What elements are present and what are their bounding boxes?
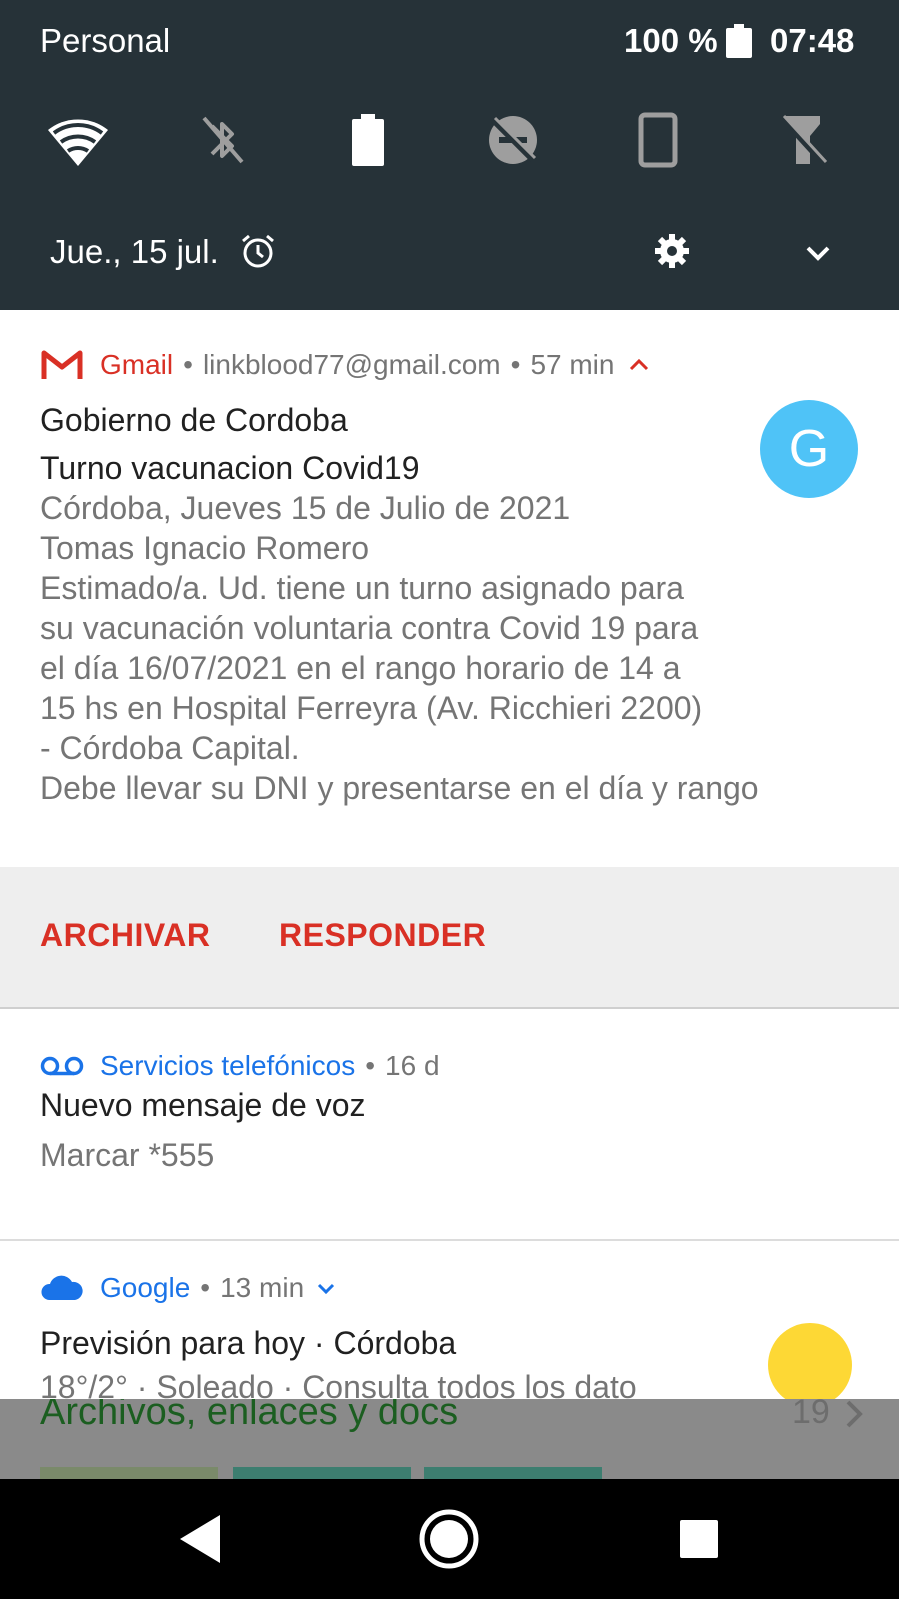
back-triangle-icon <box>180 1515 220 1563</box>
date-label[interactable]: Jue., 15 jul. <box>50 233 219 271</box>
body-line: Córdoba, Jueves 15 de Julio de 2021 <box>40 490 571 526</box>
flashlight-off-icon <box>779 114 828 167</box>
app-name: Gmail <box>100 349 174 380</box>
wifi-tile[interactable] <box>38 100 118 180</box>
home-button[interactable] <box>417 1507 481 1571</box>
notification-header: Servicios telefónicos • 16 d <box>40 1049 440 1083</box>
bluetooth-tile[interactable] <box>183 100 263 180</box>
avatar-letter: G <box>788 420 830 478</box>
notification-header: Gmail • linkblood77@gmail.com • 57 min <box>40 348 650 382</box>
email-body: Córdoba, Jueves 15 de Julio de 2021 Toma… <box>40 488 759 808</box>
reply-button[interactable]: RESPONDER <box>279 917 486 954</box>
battery-saver-tile[interactable] <box>328 100 408 180</box>
sender-name: Gobierno de Cordoba <box>40 402 348 438</box>
voicemail-notification[interactable]: Servicios telefónicos • 16 d Nuevo mensa… <box>0 1009 899 1241</box>
notification-time: 57 min <box>530 349 615 380</box>
notification-title: Previsión para hoy · Córdoba <box>40 1325 457 1361</box>
data-saver-tile[interactable] <box>473 100 553 180</box>
notification-time: 13 min <box>220 1272 305 1303</box>
clock: 07:48 <box>770 22 855 59</box>
app-name: Servicios telefónicos <box>100 1050 356 1081</box>
auto-rotate-icon <box>638 112 678 168</box>
battery-saver-icon <box>352 114 384 166</box>
sunny-weather-icon <box>768 1323 852 1399</box>
alarm-icon[interactable] <box>240 233 276 269</box>
wifi-icon <box>48 119 108 166</box>
chevron-down-icon[interactable] <box>316 1281 336 1295</box>
notification-body: 18°/2° · Soleado · Consulta todos los da… <box>40 1369 637 1399</box>
battery-percent: 100 % <box>624 22 718 59</box>
gmail-icon <box>40 348 84 382</box>
background-app-peek: Archivos, enlaces y docs 19 <box>0 1399 899 1479</box>
data-saver-off-icon <box>489 116 537 164</box>
chevron-down-icon[interactable] <box>800 235 836 271</box>
body-line: Debe llevar su DNI y presentarse en el d… <box>40 770 759 806</box>
quick-settings-row <box>0 100 899 180</box>
body-line: Estimado/a. Ud. tiene un turno asignado … <box>40 570 684 606</box>
body-line: el día 16/07/2021 en el rango horario de… <box>40 650 681 686</box>
shade-footer: Jue., 15 jul. <box>0 225 899 285</box>
email-subject: Turno vacunacion Covid19 <box>40 450 420 486</box>
thumbnail <box>233 1467 411 1479</box>
notification-time: 16 d <box>385 1050 440 1081</box>
cloud-icon <box>40 1271 84 1305</box>
section-title: Archivos, enlaces y docs <box>40 1399 459 1433</box>
notification-title: Nuevo mensaje de voz <box>40 1087 366 1123</box>
archive-button[interactable]: ARCHIVAR <box>40 917 211 954</box>
chevron-right-icon <box>846 1400 863 1428</box>
body-line: Tomas Ignacio Romero <box>40 530 370 566</box>
chevron-up-icon[interactable] <box>628 358 650 372</box>
flashlight-tile[interactable] <box>763 100 843 180</box>
recents-square-icon <box>680 1520 718 1558</box>
account-email: linkblood77@gmail.com <box>202 349 501 380</box>
body-line: - Córdoba Capital. <box>40 730 300 766</box>
notification-shade: Personal 100 % 07:48 Jue., 15 jul. <box>0 0 899 310</box>
body-line: su vacunación voluntaria contra Covid 19… <box>40 610 699 646</box>
notification-header: Google • 13 min <box>40 1271 336 1305</box>
home-circle-icon <box>419 1509 479 1569</box>
settings-gear-icon[interactable] <box>652 231 692 271</box>
voicemail-icon <box>40 1049 84 1083</box>
bluetooth-off-icon <box>202 116 244 164</box>
recents-button[interactable] <box>667 1507 731 1571</box>
notification-actions: ARCHIVAR RESPONDER <box>0 867 899 1009</box>
status-bar: Personal 100 % 07:48 <box>0 0 899 84</box>
rotation-tile[interactable] <box>618 100 698 180</box>
avatar: G <box>760 400 858 498</box>
app-name: Google <box>100 1272 191 1303</box>
thumbnail <box>424 1467 602 1479</box>
gmail-notification[interactable]: Gmail • linkblood77@gmail.com • 57 min G… <box>0 310 899 870</box>
carrier-name: Personal <box>40 22 171 59</box>
navigation-bar <box>0 1479 899 1599</box>
back-button[interactable] <box>168 1507 232 1571</box>
battery-icon <box>726 24 752 58</box>
notification-body: Marcar *555 <box>40 1137 215 1173</box>
weather-notification[interactable]: Google • 13 min Previsión para hoy · Cór… <box>0 1241 899 1399</box>
section-count: 19 <box>792 1399 830 1431</box>
body-line: 15 hs en Hospital Ferreyra (Av. Ricchier… <box>40 690 703 726</box>
thumbnail <box>40 1467 218 1479</box>
